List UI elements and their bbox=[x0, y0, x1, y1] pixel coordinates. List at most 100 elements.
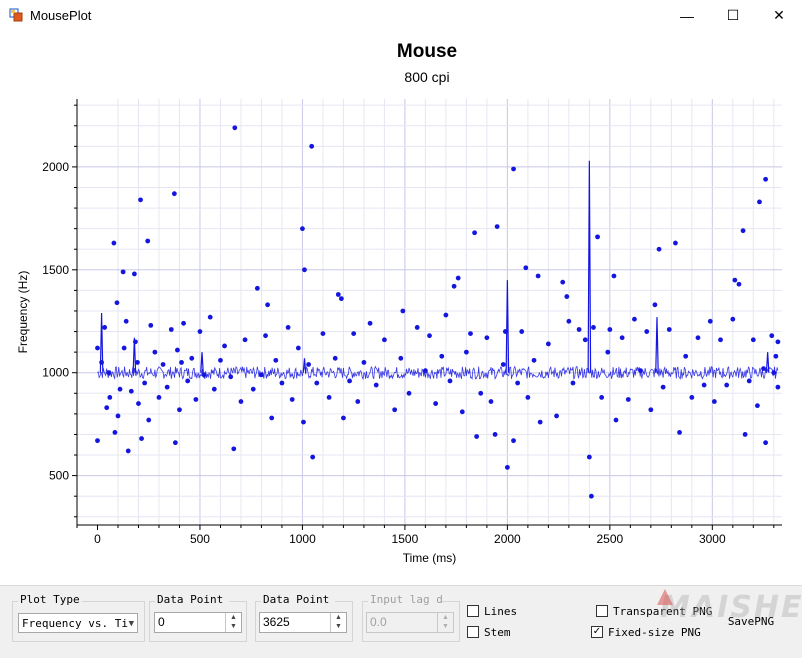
data-point bbox=[423, 368, 428, 374]
data-point bbox=[531, 357, 537, 363]
data-point bbox=[106, 370, 112, 376]
data-point bbox=[660, 384, 666, 390]
checkmark-icon[interactable]: ✓ bbox=[591, 626, 603, 638]
data-point bbox=[142, 380, 148, 386]
data-point bbox=[652, 302, 658, 308]
data-point bbox=[560, 279, 566, 285]
data-point bbox=[301, 419, 306, 425]
data-point bbox=[724, 382, 730, 388]
checkbox-box[interactable] bbox=[596, 605, 608, 617]
close-button[interactable]: ✕ bbox=[756, 0, 802, 31]
data-point bbox=[136, 401, 141, 406]
data-point bbox=[625, 397, 631, 402]
data-point bbox=[605, 349, 611, 355]
data-point bbox=[310, 454, 316, 460]
lines-checkbox[interactable]: Lines bbox=[467, 603, 517, 619]
data-point bbox=[773, 353, 779, 359]
data-point-end-stepper[interactable]: 3625 ▲ ▼ bbox=[259, 612, 347, 633]
data-point bbox=[570, 380, 576, 386]
checkbox-box[interactable] bbox=[467, 605, 479, 617]
data-point bbox=[193, 397, 199, 402]
data-point bbox=[117, 386, 123, 392]
data-point bbox=[689, 395, 695, 400]
minimize-button[interactable]: — bbox=[664, 0, 710, 31]
data-point bbox=[121, 345, 127, 351]
data-point-start-stepper[interactable]: 0 ▲ ▼ bbox=[154, 612, 242, 633]
stem-checkbox[interactable]: Stem bbox=[467, 624, 511, 640]
data-point bbox=[740, 228, 746, 234]
data-point bbox=[218, 357, 223, 363]
data-point bbox=[439, 353, 445, 359]
x-tick-label: 2000 bbox=[494, 532, 521, 546]
data-point bbox=[619, 335, 625, 341]
data-point bbox=[164, 384, 170, 390]
data-point bbox=[148, 322, 154, 328]
data-point bbox=[695, 335, 701, 341]
data-point bbox=[341, 415, 346, 421]
spin-down-icon[interactable]: ▼ bbox=[331, 622, 346, 631]
fixed-size-png-checkbox[interactable]: ✓ Fixed-size PNG bbox=[591, 624, 701, 640]
spin-down-icon[interactable]: ▼ bbox=[226, 622, 241, 631]
data-point-end-label: Data Point End bbox=[261, 594, 335, 606]
data-point bbox=[231, 446, 237, 452]
data-point bbox=[175, 347, 180, 353]
data-point bbox=[309, 143, 315, 149]
data-point bbox=[238, 399, 244, 404]
data-point bbox=[632, 316, 637, 322]
data-point bbox=[591, 325, 596, 330]
data-point bbox=[306, 362, 311, 367]
y-tick-label: 2000 bbox=[42, 160, 69, 174]
spinner-buttons: ▲ ▼ bbox=[437, 613, 453, 632]
y-tick-label: 500 bbox=[49, 469, 69, 483]
data-point bbox=[648, 407, 654, 413]
data-point bbox=[769, 333, 775, 339]
data-point bbox=[338, 296, 344, 302]
data-point bbox=[314, 380, 320, 386]
plot-type-select[interactable]: Frequency vs. Ti ▼ bbox=[18, 613, 138, 633]
input-lag-stepper: 0.0 ▲ ▼ bbox=[366, 612, 454, 633]
input-lag-value: 0.0 bbox=[370, 615, 387, 629]
spinner-buttons[interactable]: ▲ ▼ bbox=[330, 613, 346, 632]
data-point bbox=[135, 360, 140, 365]
data-point bbox=[607, 327, 613, 332]
spin-up-icon[interactable]: ▲ bbox=[331, 613, 346, 622]
data-point bbox=[484, 335, 490, 341]
data-point bbox=[400, 308, 406, 314]
maximize-icon: ☐ bbox=[726, 7, 740, 23]
data-point bbox=[746, 378, 752, 384]
data-point bbox=[382, 337, 387, 343]
data-point bbox=[414, 325, 420, 330]
series-spike bbox=[655, 317, 659, 373]
data-point bbox=[172, 440, 178, 446]
data-point bbox=[259, 372, 264, 378]
data-point bbox=[455, 275, 461, 281]
data-point-start-label: Data Point Start bbox=[155, 594, 229, 606]
spinner-buttons[interactable]: ▲ ▼ bbox=[225, 613, 241, 632]
data-point bbox=[433, 401, 439, 406]
maximize-button[interactable]: ☐ bbox=[710, 0, 756, 31]
data-point bbox=[492, 432, 498, 437]
x-axis-label: Time (ms) bbox=[403, 551, 457, 565]
watermark-text: MAISHE bbox=[660, 590, 802, 625]
data-point bbox=[273, 357, 279, 363]
data-point bbox=[146, 417, 152, 423]
data-point bbox=[181, 320, 186, 326]
title-bar: MousePlot — ☐ ✕ bbox=[0, 0, 802, 31]
data-point bbox=[761, 366, 766, 371]
data-point bbox=[775, 339, 781, 345]
data-point bbox=[595, 234, 600, 240]
data-point bbox=[763, 440, 769, 446]
data-point bbox=[269, 415, 275, 421]
data-point bbox=[673, 240, 678, 246]
data-point bbox=[347, 378, 352, 384]
data-point bbox=[582, 337, 588, 343]
input-lag-label: Input lag delay bbox=[368, 594, 442, 606]
data-point bbox=[459, 409, 465, 415]
data-point bbox=[736, 281, 742, 287]
spin-up-icon[interactable]: ▲ bbox=[226, 613, 241, 622]
data-point bbox=[189, 355, 195, 361]
plot-area[interactable]: Mouse 800 cpi 0 500 1000 1500 2000 2500 3000 50… bbox=[0, 31, 802, 585]
checkbox-box[interactable] bbox=[467, 626, 479, 638]
data-point bbox=[771, 370, 777, 376]
data-point bbox=[95, 438, 100, 444]
